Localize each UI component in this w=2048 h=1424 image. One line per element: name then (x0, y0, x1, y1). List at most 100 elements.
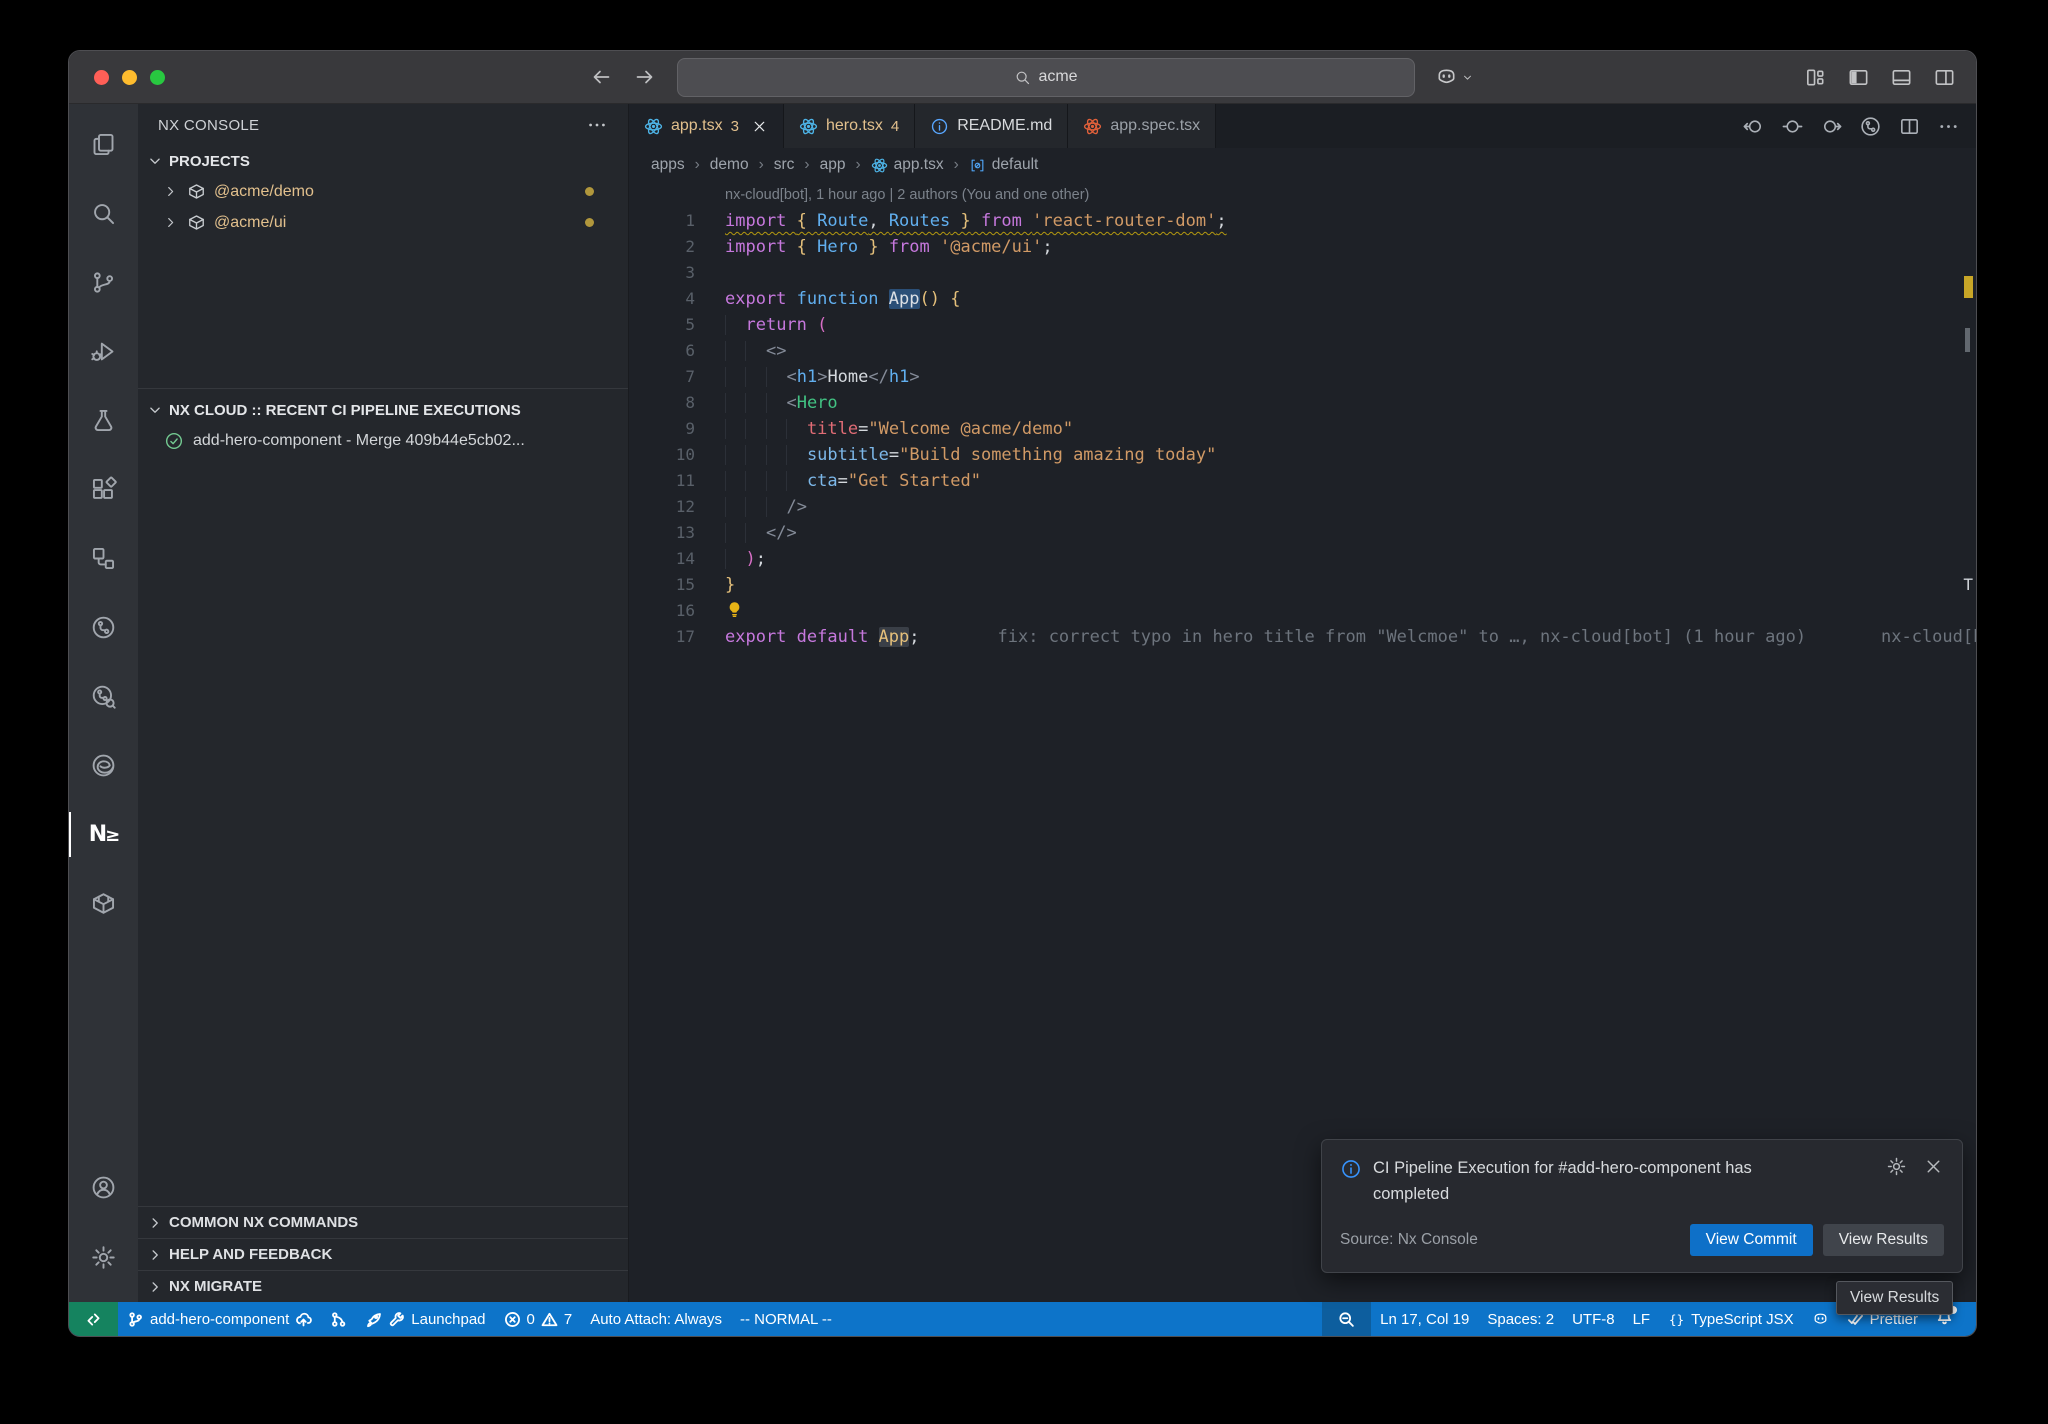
code-line[interactable]: 7 <h1>Home</h1> (629, 364, 1976, 390)
code-line[interactable]: 17export default App;fix: correct typo i… (629, 624, 1976, 650)
zoom-status[interactable] (1322, 1302, 1371, 1336)
notification-settings-icon[interactable] (1886, 1156, 1907, 1177)
svg-text:{}: {} (1669, 1312, 1684, 1327)
activity-nx-console[interactable]: N≥ (69, 800, 138, 869)
activity-edge-browser[interactable] (69, 731, 138, 800)
code-line[interactable]: 15} (629, 572, 1976, 598)
code-editor[interactable]: nx-cloud[b T nx-cloud[bot], 1 hour ago |… (629, 182, 1976, 1302)
breadcrumb-item-default[interactable]: default (969, 156, 1039, 174)
projects-section-header[interactable]: PROJECTS (138, 146, 628, 176)
code-line[interactable]: 1import { Route, Routes } from 'react-ro… (629, 208, 1976, 234)
activity-explorer[interactable] (69, 110, 138, 179)
code-line[interactable]: 9 title="Welcome @acme/demo" (629, 416, 1976, 442)
code-line[interactable]: 13 </> (629, 520, 1976, 546)
auto-attach-status[interactable]: Auto Attach: Always (581, 1302, 731, 1336)
cursor-position-status[interactable]: Ln 17, Col 19 (1371, 1302, 1478, 1336)
line-content: import { Hero } from '@acme/ui'; (695, 234, 1053, 260)
code-line[interactable]: 4export function App() { (629, 286, 1976, 312)
ellipsis-icon[interactable] (1937, 115, 1960, 138)
code-line[interactable]: 5 return ( (629, 312, 1976, 338)
sidebar-section-help-and-feedback[interactable]: HELP AND FEEDBACK (138, 1238, 628, 1270)
branch-status[interactable]: add-hero-component (118, 1302, 321, 1336)
breadcrumb-item-apps[interactable]: apps (651, 156, 685, 174)
breadcrumb-item-app.tsx[interactable]: app.tsx (871, 156, 944, 174)
breadcrumb-item-demo[interactable]: demo (710, 156, 749, 174)
remote-indicator[interactable] (69, 1302, 118, 1336)
breadcrumb-label: demo (710, 156, 749, 174)
titlebar: acme (69, 51, 1976, 104)
breadcrumb-item-app[interactable]: app (820, 156, 846, 174)
breadcrumb-label: app (820, 156, 846, 174)
info-icon (1340, 1158, 1362, 1180)
code-line[interactable]: nx-cloud[bot], 1 hour ago | 2 authors (Y… (629, 182, 1976, 208)
pipeline-execution-item[interactable]: add-hero-component - Merge 409b44e5cb02.… (138, 425, 628, 456)
vim-mode-status[interactable]: -- NORMAL -- (731, 1302, 841, 1336)
minimize-window-button[interactable] (122, 70, 137, 85)
activity-testing[interactable] (69, 386, 138, 455)
nx-cloud-section-header[interactable]: NX CLOUD :: RECENT CI PIPELINE EXECUTION… (138, 395, 628, 425)
code-line[interactable]: 6 <> (629, 338, 1976, 364)
code-line[interactable]: 12 /> (629, 494, 1976, 520)
copilot-menu[interactable] (1435, 66, 1474, 89)
activity-nx-details[interactable] (69, 662, 138, 731)
activity-search[interactable] (69, 179, 138, 248)
toggle-sidebar-icon[interactable] (1847, 66, 1870, 89)
code-line[interactable]: 11 cta="Get Started" (629, 468, 1976, 494)
lightbulb-icon[interactable] (725, 600, 744, 619)
tab-app.tsx[interactable]: app.tsx3 (629, 104, 784, 148)
nav-back-icon[interactable] (1742, 115, 1765, 138)
braces-icon: {} (1668, 1311, 1685, 1328)
close-window-button[interactable] (94, 70, 109, 85)
activity-accounts[interactable] (69, 1152, 138, 1222)
code-line[interactable]: 3 (629, 260, 1976, 286)
activity-nx-graph[interactable] (69, 593, 138, 662)
encoding-status[interactable]: UTF-8 (1563, 1302, 1624, 1336)
copilot-status[interactable] (1803, 1302, 1838, 1336)
view-results-tooltip: View Results (1836, 1281, 1953, 1315)
eol-status[interactable]: LF (1624, 1302, 1660, 1336)
view-results-button[interactable]: View Results (1823, 1224, 1944, 1256)
history-back-icon[interactable] (589, 65, 613, 89)
language-status[interactable]: {}TypeScript JSX (1659, 1302, 1803, 1336)
split-icon[interactable] (1898, 115, 1921, 138)
nx-graph-icon[interactable] (1859, 115, 1882, 138)
more-actions-icon[interactable] (586, 114, 608, 136)
code-line[interactable]: 8 <Hero (629, 390, 1976, 416)
sidebar-section-common-nx-commands[interactable]: COMMON NX COMMANDS (138, 1206, 628, 1238)
toggle-panel-icon[interactable] (1890, 66, 1913, 89)
tab-hero.tsx[interactable]: hero.tsx4 (784, 104, 915, 148)
code-line[interactable]: 2import { Hero } from '@acme/ui'; (629, 234, 1976, 260)
launchpad-status[interactable]: Launchpad (356, 1302, 494, 1336)
indentation-status[interactable]: Spaces: 2 (1478, 1302, 1563, 1336)
project-item[interactable]: @acme/ui (138, 207, 628, 238)
breadcrumb-item-src[interactable]: src (774, 156, 795, 174)
activity-run-debug[interactable] (69, 317, 138, 386)
code-line[interactable]: 14 ); (629, 546, 1976, 572)
activity-type-hierarchy[interactable] (69, 524, 138, 593)
activity-containers[interactable] (69, 869, 138, 938)
activity-source-control[interactable] (69, 248, 138, 317)
git-branch-icon (127, 1311, 144, 1328)
maximize-window-button[interactable] (150, 70, 165, 85)
customize-layout-icon[interactable] (1804, 66, 1827, 89)
nav-fwd-icon[interactable] (1820, 115, 1843, 138)
notification-close-icon[interactable] (1923, 1156, 1944, 1177)
activity-settings[interactable] (69, 1222, 138, 1292)
view-commit-button[interactable]: View Commit (1690, 1224, 1813, 1256)
line-number: 4 (629, 286, 695, 312)
close-icon[interactable] (751, 118, 768, 135)
history-forward-icon[interactable] (633, 65, 657, 89)
sidebar-section-nx-migrate[interactable]: NX MIGRATE (138, 1270, 628, 1302)
nav-dot-icon[interactable] (1781, 115, 1804, 138)
toggle-secondary-sidebar-icon[interactable] (1933, 66, 1956, 89)
problems-status[interactable]: 07 (495, 1302, 582, 1336)
activity-extensions[interactable] (69, 455, 138, 524)
command-center-search[interactable]: acme (677, 58, 1415, 97)
code-line[interactable]: 10 subtitle="Build something amazing tod… (629, 442, 1976, 468)
notification-message: CI Pipeline Execution for #add-hero-comp… (1373, 1156, 1793, 1207)
project-item[interactable]: @acme/demo (138, 176, 628, 207)
code-line[interactable]: 16 (629, 598, 1976, 624)
tab-app.spec.tsx[interactable]: app.spec.tsx (1068, 104, 1216, 148)
git-graph-status[interactable] (321, 1302, 356, 1336)
tab-README.md[interactable]: README.md (915, 104, 1068, 148)
